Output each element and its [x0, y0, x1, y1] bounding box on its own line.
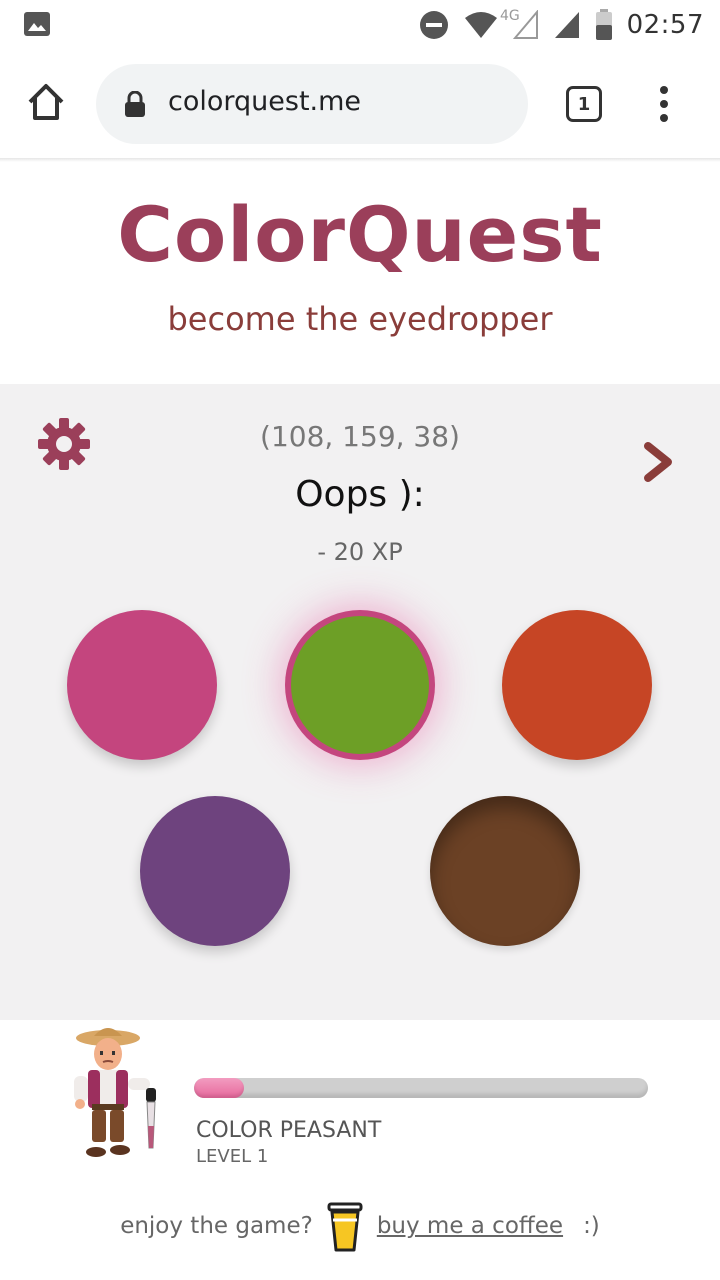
home-icon[interactable]	[24, 80, 68, 124]
page-subtitle: become the eyedropper	[167, 300, 553, 338]
overflow-menu-icon[interactable]	[650, 86, 678, 126]
player-rank: COLOR PEASANT	[196, 1118, 382, 1143]
color-swatch[interactable]	[502, 610, 652, 760]
image-notification-icon	[24, 12, 50, 36]
color-swatch[interactable]	[430, 796, 580, 946]
toolbar-divider	[0, 158, 720, 162]
next-arrow-icon[interactable]	[598, 440, 676, 484]
color-swatch[interactable]	[67, 610, 217, 760]
browser-toolbar: colorquest.me 1	[0, 50, 720, 160]
do-not-disturb-icon	[419, 11, 448, 39]
battery-icon	[595, 9, 612, 40]
player-avatar	[74, 1028, 156, 1157]
color-swatch-selected[interactable]	[291, 616, 429, 754]
xp-change: - 20 XP	[317, 538, 403, 566]
status-icons: 02:57	[419, 6, 704, 44]
address-bar[interactable]: colorquest.me	[96, 64, 528, 144]
signal-icon	[554, 12, 579, 38]
color-swatch[interactable]	[140, 796, 290, 946]
footer-prompt: enjoy the game?	[120, 1213, 313, 1239]
wifi-icon	[464, 12, 497, 38]
footer-smile: :)	[583, 1213, 600, 1239]
game-panel: (108, 159, 38) Oops ): - 20 XP	[0, 384, 720, 1020]
status-bar: 4G 02:57	[0, 0, 720, 50]
lock-icon	[125, 91, 145, 117]
support-footer: enjoy the game? buy me a coffee :)	[0, 1198, 720, 1254]
signal-empty-icon	[512, 10, 538, 39]
clock: 02:57	[626, 10, 704, 40]
buy-coffee-link[interactable]: buy me a coffee	[377, 1213, 563, 1239]
xp-progress-bar	[194, 1078, 648, 1098]
tab-switcher-button[interactable]: 1	[566, 86, 602, 122]
player-level: LEVEL 1	[196, 1146, 269, 1167]
url-text: colorquest.me	[168, 86, 362, 117]
page-title: ColorQuest	[117, 190, 603, 279]
coffee-cup-icon	[327, 1202, 363, 1252]
xp-progress-fill	[194, 1078, 244, 1098]
